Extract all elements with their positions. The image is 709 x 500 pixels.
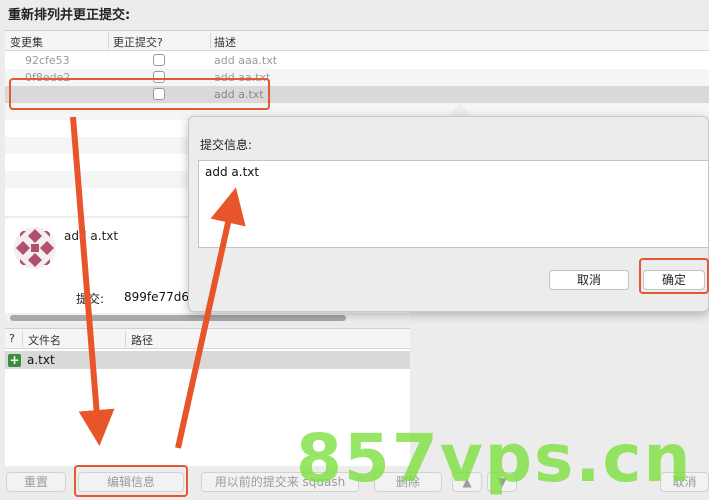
arrow-down-icon — [70, 116, 115, 446]
annotation-arrows — [70, 116, 246, 449]
arrow-up-icon — [175, 187, 246, 449]
